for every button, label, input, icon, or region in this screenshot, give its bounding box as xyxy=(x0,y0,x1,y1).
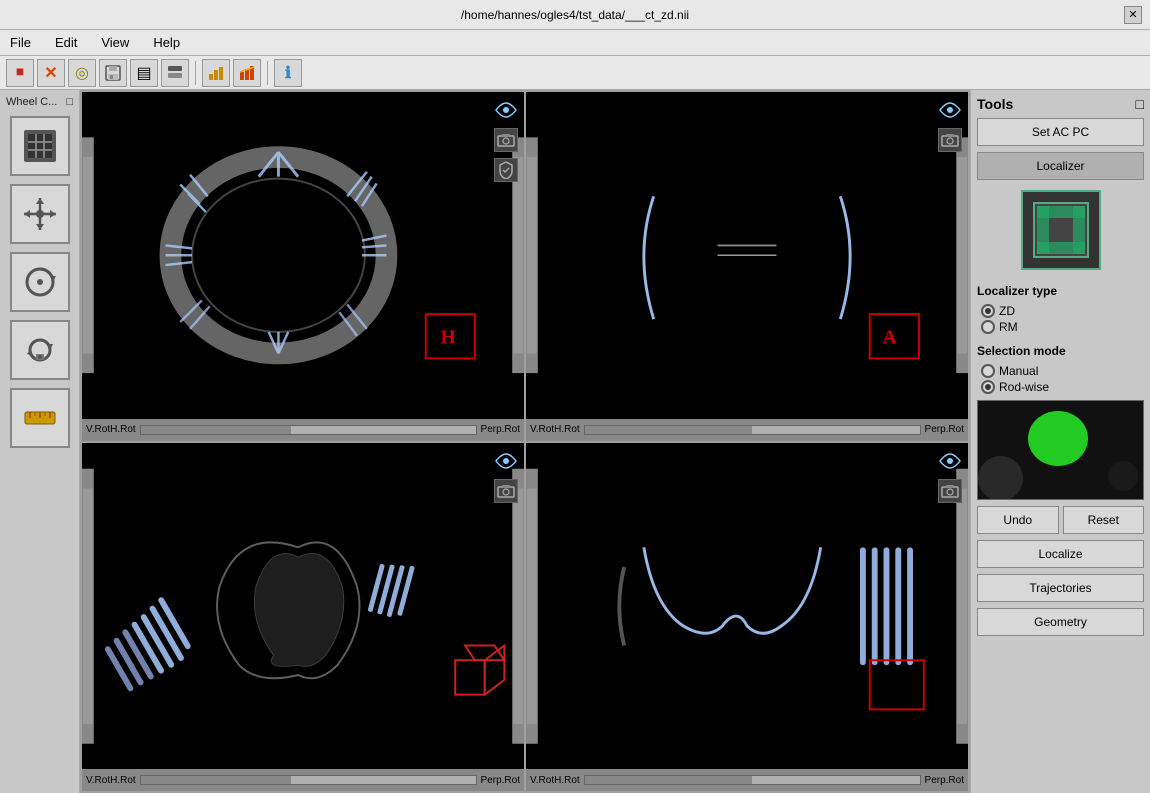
vp3-vrot: V.Rot xyxy=(86,775,110,786)
vp3-slider[interactable] xyxy=(140,775,477,785)
localizer-button[interactable]: Localizer xyxy=(977,152,1144,180)
vp1-bottom-bar: V.Rot H.Rot Perp.Rot xyxy=(82,419,524,441)
radio-rodwise-label: Rod-wise xyxy=(999,380,1049,394)
vp3-perprot: Perp.Rot xyxy=(481,775,520,786)
tools-title: Tools □ xyxy=(977,96,1144,112)
toolbar: ⏹ ✕ ◎ ▤ ℹ xyxy=(0,56,1150,90)
close-button[interactable]: ✕ xyxy=(1124,6,1142,24)
stop-button[interactable]: ⏹ xyxy=(6,59,34,87)
vp4-slider[interactable] xyxy=(584,775,921,785)
info-button[interactable]: ℹ xyxy=(274,59,302,87)
layers-button[interactable]: ▤ xyxy=(130,59,158,87)
camera-icon-vp3[interactable] xyxy=(494,479,518,503)
tool-rotate-button[interactable] xyxy=(10,252,70,312)
viewport-top-right[interactable]: A V.Rot H.Rot xyxy=(526,92,968,441)
vp1-vrot: V.Rot xyxy=(86,424,110,435)
bottom-preview xyxy=(977,400,1144,500)
vp4-bottom-bar: V.Rot H.Rot Perp.Rot xyxy=(526,769,968,791)
vp1-hrot: H.Rot xyxy=(110,424,136,435)
menubar: File Edit View Help xyxy=(0,30,1150,56)
radio-rm[interactable]: RM xyxy=(981,320,1144,334)
localizer-type-label: Localizer type xyxy=(977,284,1144,298)
selection-mode-label: Selection mode xyxy=(977,344,1144,358)
vp4-hrot: H.Rot xyxy=(554,775,580,786)
vp4-perprot: Perp.Rot xyxy=(925,775,964,786)
vp2-slider[interactable] xyxy=(584,425,921,435)
vp1-slider[interactable] xyxy=(140,425,477,435)
tool-measure-button[interactable] xyxy=(10,388,70,448)
viewport-top-left[interactable]: H xyxy=(82,92,524,441)
localize-button[interactable]: Localize xyxy=(977,540,1144,568)
vp4-vrot: V.Rot xyxy=(530,775,554,786)
vp2-perprot: Perp.Rot xyxy=(925,424,964,435)
radio-manual[interactable]: Manual xyxy=(981,364,1144,378)
localizer-icon-preview xyxy=(1021,190,1101,270)
vp2-vrot: V.Rot xyxy=(530,424,554,435)
camera-icon-vp4[interactable] xyxy=(938,479,962,503)
toolbar-sep2 xyxy=(267,61,268,85)
undo-button[interactable]: Undo xyxy=(977,506,1059,534)
menu-help[interactable]: Help xyxy=(149,33,184,52)
cancel-button[interactable]: ✕ xyxy=(37,59,65,87)
set-ac-pc-button[interactable]: Set AC PC xyxy=(977,118,1144,146)
tool-layers-button[interactable] xyxy=(10,116,70,176)
toolbar-sep1 xyxy=(195,61,196,85)
viewport-area: H xyxy=(80,90,970,793)
selection-mode-group: Manual Rod-wise xyxy=(977,364,1144,394)
radio-rm-dot[interactable] xyxy=(981,320,995,334)
radio-zd-dot[interactable] xyxy=(981,304,995,318)
eye-icon-vp3[interactable] xyxy=(494,449,518,473)
radio-manual-dot[interactable] xyxy=(981,364,995,378)
shield-icon-vp1[interactable] xyxy=(494,158,518,182)
titlebar: /home/hannes/ogles4/tst_data/___ct_zd.ni… xyxy=(0,0,1150,30)
camera-icon-vp2[interactable] xyxy=(938,128,962,152)
vp3-bottom-bar: V.Rot H.Rot Perp.Rot xyxy=(82,769,524,791)
eye-icon-vp1[interactable] xyxy=(494,98,518,122)
radio-zd[interactable]: ZD xyxy=(981,304,1144,318)
tools-panel: Tools □ Set AC PC Localizer Localizer ty… xyxy=(970,90,1150,793)
menu-view[interactable]: View xyxy=(97,33,133,52)
viewport-bottom-left[interactable]: V.Rot H.Rot Perp.Rot xyxy=(82,443,524,792)
geometry-button[interactable]: Geometry xyxy=(977,608,1144,636)
vp1-perprot: Perp.Rot xyxy=(481,424,520,435)
radio-rodwise[interactable]: Rod-wise xyxy=(981,380,1144,394)
radio-manual-label: Manual xyxy=(999,364,1038,378)
eye-icon-vp4[interactable] xyxy=(938,449,962,473)
circle-button[interactable]: ◎ xyxy=(68,59,96,87)
radio-zd-label: ZD xyxy=(999,304,1015,318)
reset-button[interactable]: Reset xyxy=(1063,506,1145,534)
main-area: Wheel C... □ xyxy=(0,90,1150,793)
svg-text:A: A xyxy=(883,327,898,349)
save-button[interactable] xyxy=(99,59,127,87)
bar-chart2-button[interactable] xyxy=(233,59,261,87)
svg-text:H: H xyxy=(441,327,456,349)
radio-rm-label: RM xyxy=(999,320,1018,334)
eye-icon-vp2[interactable] xyxy=(938,98,962,122)
bar-chart-button[interactable] xyxy=(202,59,230,87)
tool-camera-button[interactable] xyxy=(10,320,70,380)
vp2-bottom-bar: V.Rot H.Rot Perp.Rot xyxy=(526,419,968,441)
window-title: /home/hannes/ogles4/tst_data/___ct_zd.ni… xyxy=(461,8,689,22)
tool-move-button[interactable] xyxy=(10,184,70,244)
menu-edit[interactable]: Edit xyxy=(51,33,81,52)
preview-green-circle xyxy=(1028,411,1088,466)
undo-reset-row: Undo Reset xyxy=(977,506,1144,534)
camera-icon-vp1[interactable] xyxy=(494,128,518,152)
trajectories-button[interactable]: Trajectories xyxy=(977,574,1144,602)
vp2-hrot: H.Rot xyxy=(554,424,580,435)
localizer-type-group: ZD RM xyxy=(977,304,1144,334)
menu-file[interactable]: File xyxy=(6,33,35,52)
viewport-bottom-right[interactable]: V.Rot H.Rot Perp.Rot xyxy=(526,443,968,792)
radio-rodwise-dot[interactable] xyxy=(981,380,995,394)
stack-button[interactable] xyxy=(161,59,189,87)
left-sidebar: Wheel C... □ xyxy=(0,90,80,793)
panel-label: Wheel C... □ xyxy=(4,94,75,110)
vp3-hrot: H.Rot xyxy=(110,775,136,786)
